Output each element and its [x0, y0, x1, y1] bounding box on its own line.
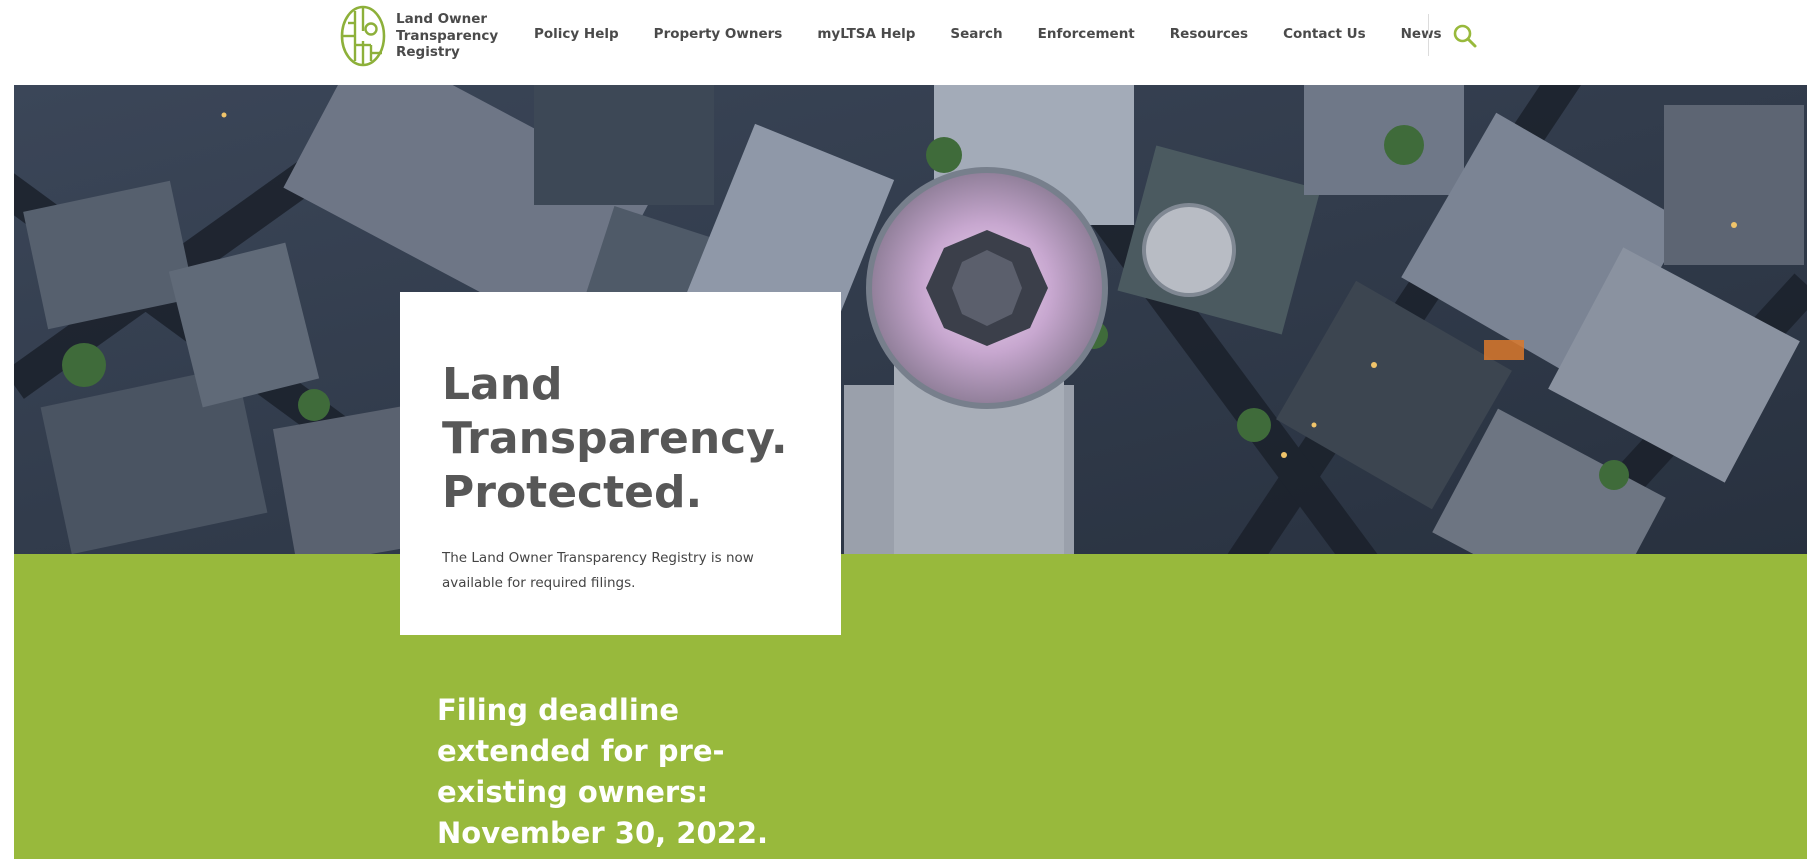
nav-myltsa-help[interactable]: myLTSA Help — [817, 26, 915, 42]
hero-title-line: Transparency. — [442, 413, 788, 464]
green-announcement-band — [14, 554, 1807, 859]
hero-card: Land Transparency. Protected. The Land O… — [400, 292, 841, 635]
site-header: Land Owner Transparency Registry Policy … — [0, 0, 1817, 85]
search-icon — [1453, 24, 1477, 48]
search-button[interactable] — [1452, 23, 1478, 49]
nav-policy-help[interactable]: Policy Help — [534, 26, 619, 42]
logo-line: Land Owner — [396, 11, 488, 28]
deadline-announcement: Filing deadline extended for pre- existi… — [437, 690, 837, 854]
nav-news[interactable]: News — [1401, 26, 1442, 42]
deadline-line: Filing deadline — [437, 693, 680, 727]
nav-search[interactable]: Search — [950, 26, 1002, 42]
registry-logo-icon — [340, 5, 386, 67]
site-logo[interactable]: Land Owner Transparency Registry — [340, 5, 500, 67]
deadline-line: November 30, 2022. — [437, 816, 769, 850]
nav-contact-us[interactable]: Contact Us — [1283, 26, 1366, 42]
hero-aerial-city-photo — [14, 85, 1807, 554]
aerial-city-image — [14, 85, 1807, 554]
hero-title-line: Land — [442, 359, 563, 410]
hero-description: The Land Owner Transparency Registry is … — [442, 550, 754, 591]
deadline-line: existing owners: — [437, 775, 709, 809]
logo-line: Registry — [396, 44, 460, 61]
deadline-line: extended for pre- — [437, 734, 725, 768]
hero-title-line: Protected. — [442, 467, 703, 518]
nav-divider — [1428, 14, 1429, 56]
logo-line: Transparency — [396, 27, 499, 44]
main-nav: Policy Help Property Owners myLTSA Help … — [534, 22, 1442, 46]
logo-wordmark: Land Owner Transparency Registry — [396, 11, 498, 61]
nav-resources[interactable]: Resources — [1170, 26, 1248, 42]
nav-enforcement[interactable]: Enforcement — [1038, 26, 1135, 42]
nav-property-owners[interactable]: Property Owners — [654, 26, 783, 42]
hero-title: Land Transparency. Protected. — [442, 358, 799, 520]
